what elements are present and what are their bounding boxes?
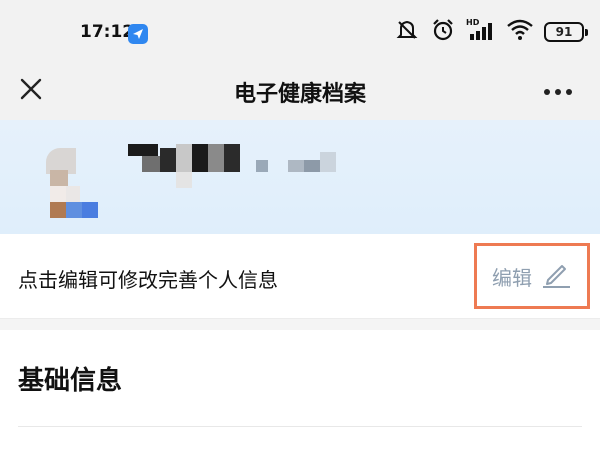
edit-label: 编辑: [492, 265, 532, 290]
edit-button[interactable]: 编辑: [474, 243, 590, 309]
section-gap: [0, 318, 600, 330]
battery-icon: 91: [544, 22, 588, 42]
profile-banner: [0, 120, 600, 234]
avatar-pixel: [82, 202, 98, 218]
redacted-block: [224, 144, 240, 172]
pencil-icon: [540, 258, 572, 294]
redacted-block: [128, 144, 158, 156]
app-notification-icon: [128, 24, 148, 44]
mute-icon: [394, 17, 420, 47]
section-title-basic-info: 基础信息: [18, 366, 123, 396]
redacted-block: [256, 160, 268, 172]
more-icon[interactable]: [542, 83, 574, 95]
nav-bar: 电子健康档案: [0, 64, 600, 120]
redacted-block: [288, 160, 304, 172]
redacted-block: [160, 148, 176, 172]
page-title: 电子健康档案: [233, 82, 366, 107]
redacted-block: [208, 144, 224, 172]
avatar[interactable]: [36, 142, 112, 218]
avatar-pixel: [50, 186, 66, 202]
wifi-icon: [506, 17, 534, 47]
section-divider: [18, 426, 582, 427]
redacted-block: [304, 160, 320, 172]
avatar-pixel: [66, 202, 82, 218]
redacted-block: [142, 156, 160, 172]
avatar-pixel: [50, 202, 66, 218]
hd-signal-icon: HD: [466, 17, 496, 47]
status-bar: 17:12 HD 91: [0, 0, 600, 64]
alarm-icon: [430, 17, 456, 47]
avatar-pixel: [50, 170, 68, 186]
avatar-pixel: [66, 186, 80, 202]
status-icons: HD 91: [394, 17, 588, 47]
redacted-block: [192, 144, 208, 172]
edit-hint-text: 点击编辑可修改完善个人信息: [18, 268, 278, 292]
svg-text:HD: HD: [466, 18, 480, 27]
redacted-block: [176, 172, 192, 188]
status-time: 17:12: [80, 22, 135, 42]
redacted-block: [320, 152, 336, 172]
battery-level: 91: [555, 25, 573, 39]
redacted-block: [176, 144, 192, 172]
